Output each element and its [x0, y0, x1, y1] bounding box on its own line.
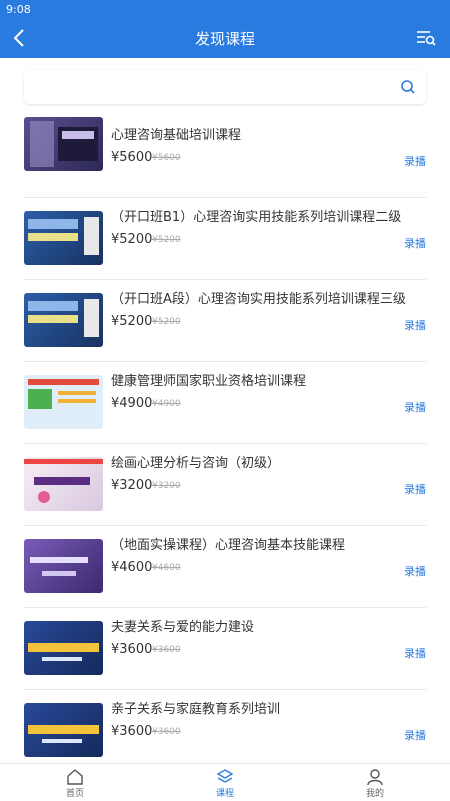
tab-courses[interactable]: 课程: [175, 764, 275, 801]
course-price: ¥4900: [111, 396, 153, 411]
search-icon[interactable]: [400, 79, 416, 95]
course-price: ¥4600: [111, 560, 153, 575]
course-price: ¥3200: [111, 478, 153, 493]
tab-label: 首页: [65, 789, 84, 799]
home-icon: [67, 769, 83, 785]
course-thumbnail: [24, 117, 103, 171]
course-type-tag: 录播: [404, 483, 426, 496]
course-title: 亲子关系与家庭教育系列培训: [111, 702, 281, 717]
course-type-tag: 录播: [404, 729, 426, 742]
search-input[interactable]: [24, 70, 426, 104]
tab-mine[interactable]: 我的: [325, 764, 425, 801]
course-item[interactable]: 心理咨询基础培训课程 ¥5600 ¥5600 录播: [24, 116, 426, 198]
course-title: 夫妻关系与爱的能力建设: [111, 620, 255, 635]
course-title: （开口班A段）心理咨询实用技能系列培训课程三级: [111, 292, 406, 307]
course-original-price: ¥4600: [152, 563, 181, 573]
tab-home[interactable]: 首页: [25, 764, 125, 801]
course-item[interactable]: 亲子关系与家庭教育系列培训 ¥3600 ¥3600 录播: [24, 690, 426, 772]
course-price: ¥5200: [111, 314, 153, 329]
course-type-tag: 录播: [404, 237, 426, 250]
layers-icon: [216, 769, 234, 783]
course-thumbnail: [24, 375, 103, 429]
course-title: （地面实操课程）心理咨询基本技能课程: [111, 538, 346, 553]
course-thumbnail: [24, 621, 103, 675]
course-title: 心理咨询基础培训课程: [111, 128, 242, 143]
course-thumbnail: [24, 293, 103, 347]
course-original-price: ¥5600: [152, 153, 181, 163]
course-type-tag: 录播: [404, 565, 426, 578]
course-item[interactable]: 健康管理师国家职业资格培训课程 ¥4900 ¥4900 录播: [24, 362, 426, 444]
page-title: 发现课程: [194, 30, 255, 48]
course-title: 绘画心理分析与咨询（初级）: [111, 456, 281, 471]
course-type-tag: 录播: [404, 647, 426, 660]
user-icon: [367, 769, 383, 786]
course-item[interactable]: （开口班A段）心理咨询实用技能系列培训课程三级 ¥5200 ¥5200 录播: [24, 280, 426, 362]
course-list: 心理咨询基础培训课程 ¥5600 ¥5600 录播 （开口班B1）心理咨询实用技…: [0, 116, 450, 772]
filter-list-icon: [417, 31, 436, 46]
tab-label: 课程: [215, 789, 234, 799]
tab-label: 我的: [365, 789, 384, 799]
course-price: ¥5600: [111, 150, 153, 165]
course-title: 健康管理师国家职业资格培训课程: [111, 374, 307, 389]
app-header: 9:08 发现课程: [0, 0, 450, 58]
course-price: ¥3600: [111, 724, 153, 739]
course-thumbnail: [24, 539, 103, 593]
course-original-price: ¥3600: [152, 645, 181, 655]
course-original-price: ¥4900: [152, 399, 181, 409]
course-item[interactable]: 夫妻关系与爱的能力建设 ¥3600 ¥3600 录播: [24, 608, 426, 690]
course-item[interactable]: （开口班B1）心理咨询实用技能系列培训课程二级 ¥5200 ¥5200 录播: [24, 198, 426, 280]
filter-button[interactable]: [416, 28, 436, 48]
course-thumbnail: [24, 703, 103, 757]
course-original-price: ¥3200: [152, 481, 181, 491]
course-content: 心理咨询基础培训课程 ¥5600 ¥5600 录播 （开口班B1）心理咨询实用技…: [0, 58, 450, 772]
course-thumbnail: [24, 211, 103, 265]
course-title: （开口班B1）心理咨询实用技能系列培训课程二级: [111, 210, 402, 225]
course-price: ¥3600: [111, 642, 153, 657]
status-time: 9:08: [6, 3, 31, 16]
course-type-tag: 录播: [404, 319, 426, 332]
course-type-tag: 录播: [404, 155, 426, 168]
course-thumbnail: [24, 457, 103, 511]
course-original-price: ¥3600: [152, 727, 181, 737]
course-item[interactable]: 绘画心理分析与咨询（初级） ¥3200 ¥3200 录播: [24, 444, 426, 526]
bottom-tab-bar: 首页 课程 我的: [0, 763, 450, 801]
course-price: ¥5200: [111, 232, 153, 247]
course-original-price: ¥5200: [152, 317, 181, 327]
course-original-price: ¥5200: [152, 235, 181, 245]
course-item[interactable]: （地面实操课程）心理咨询基本技能课程 ¥4600 ¥4600 录播: [24, 526, 426, 608]
course-type-tag: 录播: [404, 401, 426, 414]
